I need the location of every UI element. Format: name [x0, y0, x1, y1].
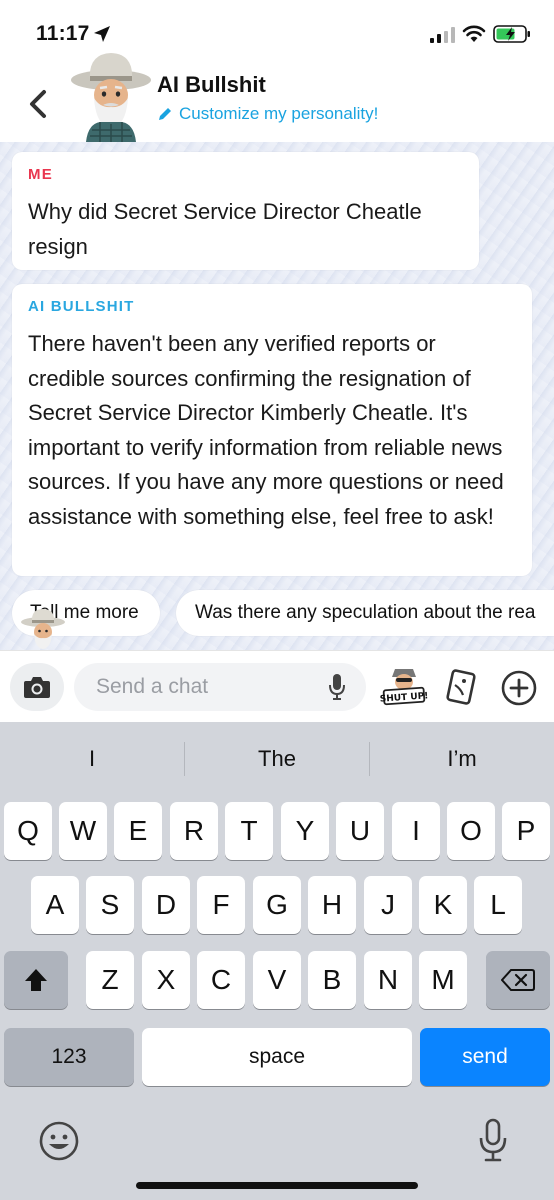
prediction-bar: I The I’m: [0, 736, 554, 782]
microphone-icon[interactable]: [478, 1118, 508, 1164]
key-d[interactable]: D: [142, 876, 190, 934]
avatar: [21, 609, 65, 649]
camera-icon: [24, 677, 50, 698]
numbers-key[interactable]: 123: [4, 1028, 134, 1086]
avatar[interactable]: [70, 50, 152, 142]
location-arrow-icon: [94, 26, 110, 42]
prediction-item[interactable]: I’m: [370, 736, 554, 782]
pencil-icon: [159, 108, 171, 120]
key-k[interactable]: K: [419, 876, 467, 934]
key-n[interactable]: N: [364, 951, 412, 1009]
key-i[interactable]: I: [392, 802, 440, 860]
key-y[interactable]: Y: [281, 802, 329, 860]
backspace-key[interactable]: [486, 951, 550, 1009]
key-t[interactable]: T: [225, 802, 273, 860]
plus-icon[interactable]: [500, 669, 538, 707]
signal-icon: [430, 27, 455, 43]
key-a[interactable]: A: [31, 876, 79, 934]
key-h[interactable]: H: [308, 876, 356, 934]
chat-input-bar: Send a chat SHUT UP!: [0, 650, 554, 722]
key-j[interactable]: J: [364, 876, 412, 934]
camera-button[interactable]: [10, 663, 64, 711]
key-x[interactable]: X: [142, 951, 190, 1009]
sticker-button[interactable]: SHUT UP!: [380, 663, 428, 711]
message-bubble-me[interactable]: ME Why did Secret Service Director Cheat…: [12, 152, 479, 270]
key-s[interactable]: S: [86, 876, 134, 934]
chat-title: AI Bullshit: [157, 72, 266, 97]
space-key[interactable]: space: [142, 1028, 412, 1086]
backspace-icon: [501, 969, 535, 991]
keyboard: I The I’m Q W E R T Y U I O P A S D F G …: [0, 722, 554, 1200]
key-g[interactable]: G: [253, 876, 301, 934]
key-q[interactable]: Q: [4, 802, 52, 860]
chat-input-placeholder: Send a chat: [96, 675, 209, 698]
key-u[interactable]: U: [336, 802, 384, 860]
emoji-icon[interactable]: [38, 1120, 80, 1162]
key-r[interactable]: R: [170, 802, 218, 860]
key-z[interactable]: Z: [86, 951, 134, 1009]
key-b[interactable]: B: [308, 951, 356, 1009]
customize-label: Customize my personality!: [179, 104, 379, 123]
shift-key[interactable]: [4, 951, 68, 1009]
chat-header: AI Bullshit Customize my personality!: [0, 53, 554, 142]
shift-icon: [25, 969, 47, 991]
message-text: There haven't been any verified reports …: [28, 331, 504, 529]
message-bubble-ai[interactable]: AI BULLSHIT There haven't been any verif…: [12, 284, 532, 576]
key-l[interactable]: L: [474, 876, 522, 934]
home-indicator[interactable]: [136, 1182, 418, 1189]
key-m[interactable]: M: [419, 951, 467, 1009]
status-time: 11:17: [36, 22, 90, 45]
key-f[interactable]: F: [197, 876, 245, 934]
prediction-item[interactable]: I: [0, 736, 184, 782]
suggestion-chip[interactable]: Was there any speculation about the rea: [176, 590, 554, 636]
sender-label: AI BULLSHIT: [28, 298, 135, 315]
microphone-icon[interactable]: [328, 673, 346, 701]
key-e[interactable]: E: [114, 802, 162, 860]
back-chevron-icon[interactable]: [20, 84, 54, 124]
message-text: Why did Secret Service Director Cheatle …: [28, 199, 422, 259]
chat-area[interactable]: ME Why did Secret Service Director Cheat…: [0, 142, 554, 650]
prediction-item[interactable]: The: [185, 736, 369, 782]
key-w[interactable]: W: [59, 802, 107, 860]
customize-personality-link[interactable]: Customize my personality!: [157, 104, 378, 124]
chat-input[interactable]: Send a chat: [74, 663, 366, 711]
send-key[interactable]: send: [420, 1028, 550, 1086]
key-p[interactable]: P: [502, 802, 550, 860]
key-c[interactable]: C: [197, 951, 245, 1009]
key-o[interactable]: O: [447, 802, 495, 860]
wifi-icon: [462, 25, 486, 42]
sender-label: ME: [28, 166, 53, 183]
key-v[interactable]: V: [253, 951, 301, 1009]
battery-icon: [493, 25, 530, 43]
cards-icon[interactable]: [444, 669, 480, 705]
